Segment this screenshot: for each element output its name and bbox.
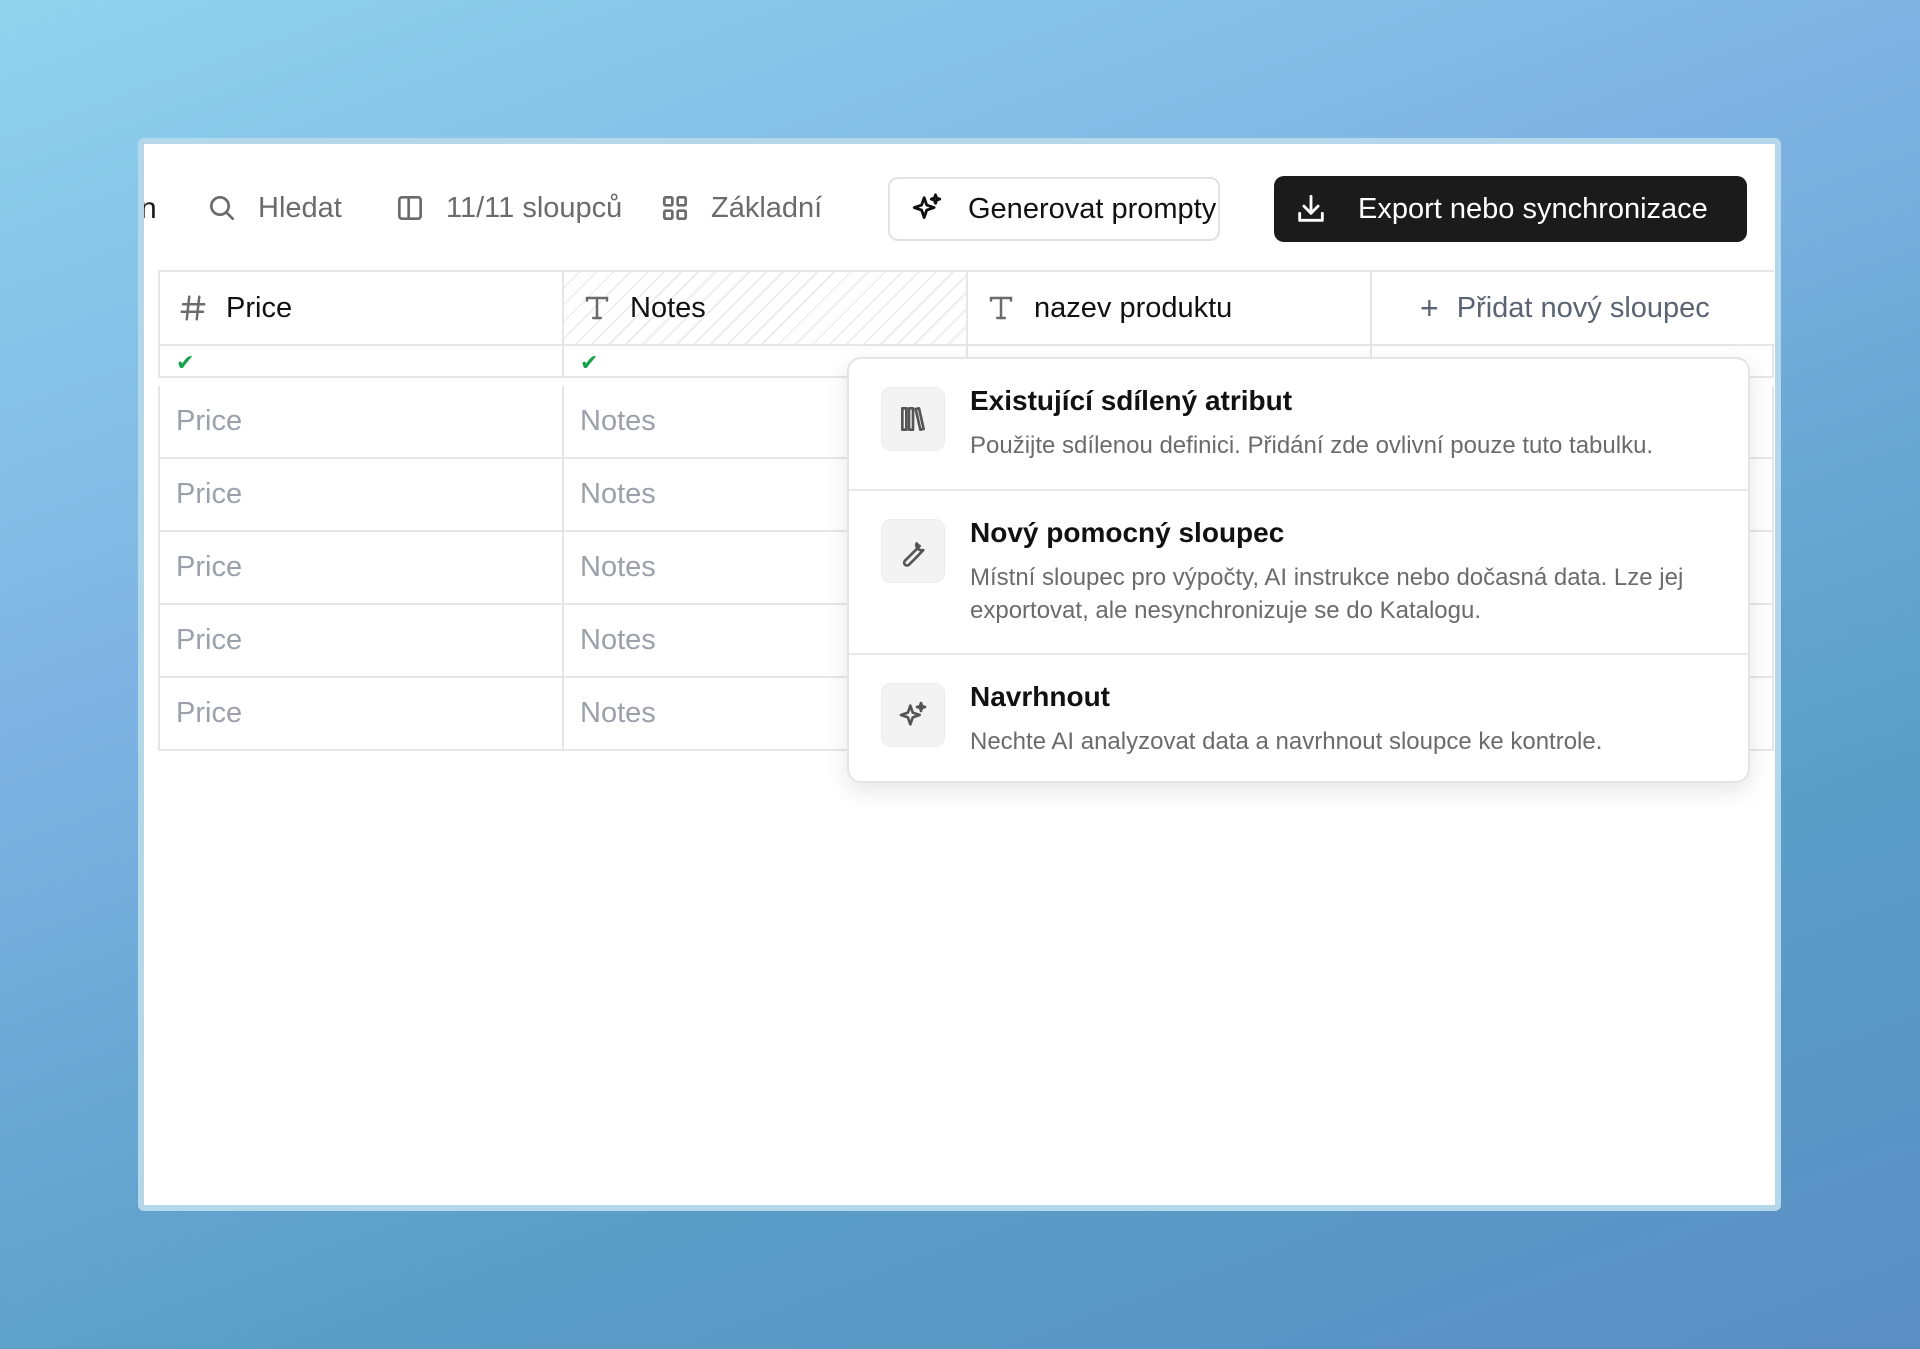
download-icon bbox=[1298, 194, 1324, 222]
wrench-icon bbox=[881, 519, 945, 583]
column-header-price[interactable]: Price bbox=[158, 270, 562, 346]
sparkles-icon bbox=[912, 193, 942, 219]
divider bbox=[158, 346, 160, 376]
add-column-button[interactable]: + Přidat nový sloupec bbox=[1370, 270, 1774, 346]
column-header-nazev-label: nazev produktu bbox=[1034, 291, 1233, 324]
divider bbox=[562, 346, 564, 376]
add-column-label: Přidat nový sloupec bbox=[1456, 291, 1710, 324]
sparkles-icon bbox=[881, 683, 945, 747]
add-column-menu: Existující sdílený atribut Použijte sdíl… bbox=[847, 357, 1750, 783]
menu-item-shared-attribute[interactable]: Existující sdílený atribut Použijte sdíl… bbox=[849, 359, 1748, 491]
columns-toggle-button[interactable]: 11/11 sloupců bbox=[394, 182, 622, 234]
columns-icon bbox=[398, 196, 422, 220]
column-header-notes[interactable]: Notes bbox=[562, 270, 966, 346]
divider bbox=[1772, 346, 1774, 376]
number-type-icon bbox=[180, 295, 206, 321]
text-type-icon bbox=[585, 296, 609, 320]
grid-icon bbox=[663, 196, 687, 220]
export-sync-button[interactable]: Export nebo synchronizace bbox=[1274, 176, 1747, 242]
price-cell[interactable]: Price bbox=[158, 678, 562, 749]
menu-item-title: Existující sdílený atribut bbox=[970, 385, 1293, 416]
column-header-nazev-produktu[interactable]: nazev produktu bbox=[966, 270, 1370, 346]
generate-prompts-label: Generovat prompty bbox=[968, 192, 1217, 225]
search-button[interactable]: Hledat bbox=[206, 182, 342, 234]
text-type-icon bbox=[989, 296, 1013, 320]
menu-item-title: Navrhnout bbox=[970, 681, 1110, 712]
column-header-notes-label: Notes bbox=[630, 291, 706, 324]
price-cell[interactable]: Price bbox=[158, 605, 562, 676]
check-icon: ✔ bbox=[176, 350, 195, 375]
export-sync-label: Export nebo synchronizace bbox=[1358, 192, 1708, 225]
price-cell[interactable]: Price bbox=[158, 532, 562, 603]
menu-item-title: Nový pomocný sloupec bbox=[970, 517, 1285, 548]
view-label: Základní bbox=[711, 191, 823, 224]
search-label: Hledat bbox=[258, 191, 342, 224]
menu-item-description: Nechte AI analyzovat data a navrhnout sl… bbox=[970, 728, 1603, 755]
price-cell[interactable]: Price bbox=[158, 386, 562, 457]
generate-prompts-button[interactable]: Generovat prompty bbox=[888, 177, 1220, 241]
library-icon bbox=[881, 387, 945, 451]
menu-item-description: Použijte sdílenou definici. Přidání zde … bbox=[970, 432, 1654, 459]
toolbar: n Hledat 11/11 sloupců Základní Generova… bbox=[144, 144, 1775, 270]
truncated-toolbar-text: n bbox=[140, 192, 157, 225]
app-window: n Hledat 11/11 sloupců Základní Generova… bbox=[138, 138, 1781, 1211]
view-selector[interactable]: Základní bbox=[659, 182, 822, 234]
check-icon: ✔ bbox=[580, 350, 599, 375]
column-header-price-label: Price bbox=[226, 291, 293, 324]
menu-item-description: Místní sloupec pro výpočty, AI instrukce… bbox=[970, 564, 1684, 624]
price-cell[interactable]: Price bbox=[158, 459, 562, 530]
plus-icon: + bbox=[1420, 289, 1439, 326]
menu-item-suggest[interactable]: Navrhnout Nechte AI analyzovat data a na… bbox=[849, 655, 1748, 783]
search-icon bbox=[210, 196, 234, 220]
columns-label: 11/11 sloupců bbox=[446, 191, 623, 224]
menu-item-helper-column[interactable]: Nový pomocný sloupec Místní sloupec pro … bbox=[849, 491, 1748, 655]
